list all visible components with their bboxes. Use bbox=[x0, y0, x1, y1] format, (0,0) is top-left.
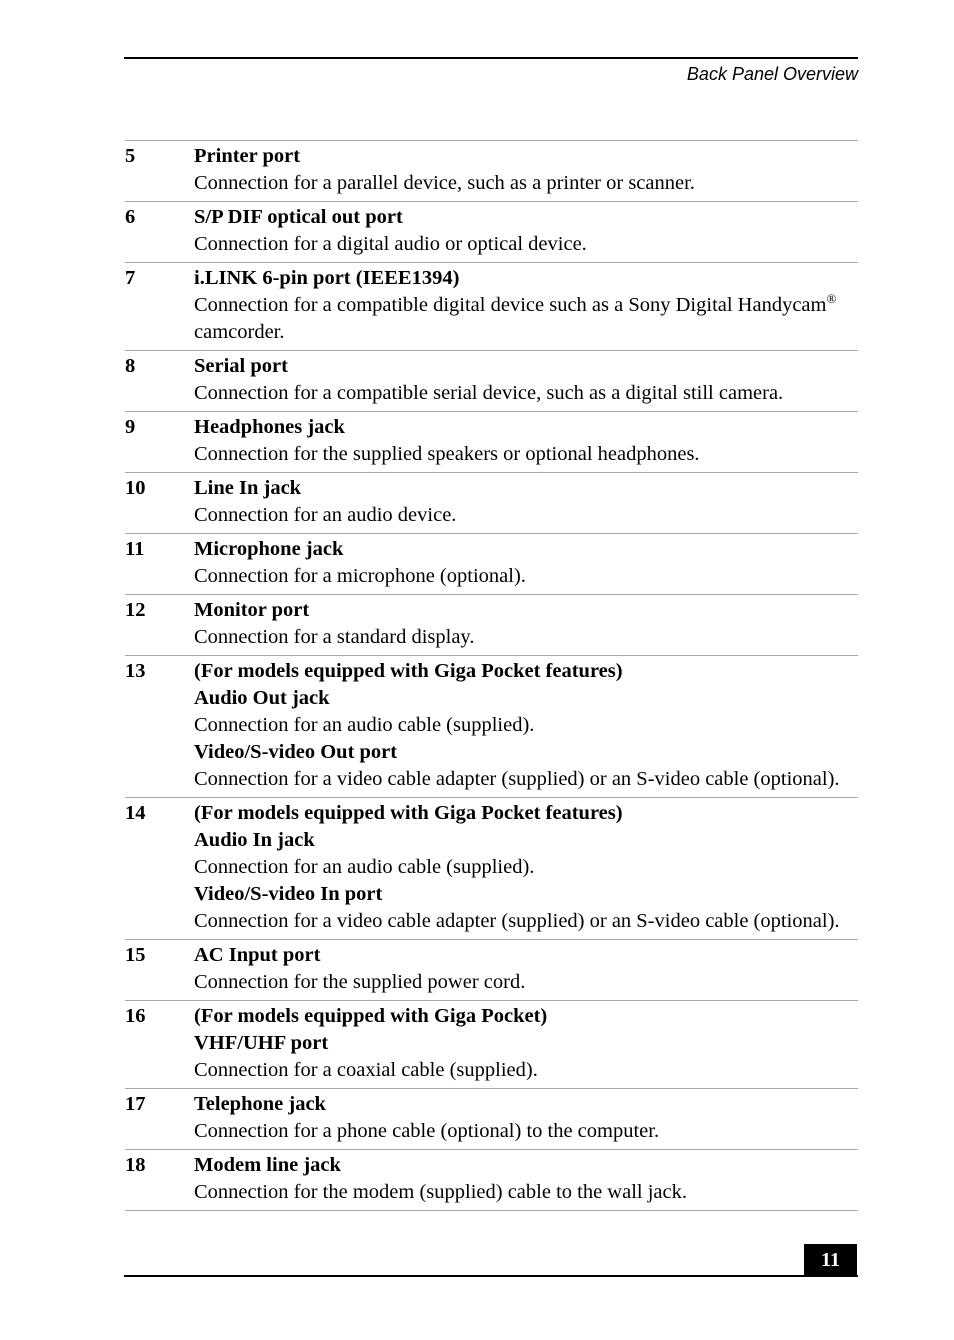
item-content: Monitor port Connection for a standard di… bbox=[194, 597, 858, 651]
item-number: 17 bbox=[125, 1093, 146, 1115]
item-content: (For models equipped with Giga Pocket fe… bbox=[194, 800, 858, 935]
item-content: Serial port Connection for a compatible s… bbox=[194, 353, 858, 407]
item-number: 8 bbox=[125, 355, 136, 377]
item-title: AC Input port bbox=[194, 944, 321, 966]
item-title: Audio In jack bbox=[194, 829, 315, 851]
table-row: 12 Monitor port Connection for a standard … bbox=[125, 595, 858, 656]
item-title: (For models equipped with Giga Pocket) bbox=[194, 1005, 548, 1027]
item-description: Connection for a standard display. bbox=[194, 626, 475, 648]
item-description: Connection for a digital audio or optica… bbox=[194, 233, 587, 255]
item-description: Connection for a video cable adapter (su… bbox=[194, 768, 840, 790]
item-number: 13 bbox=[125, 660, 146, 682]
item-description: Connection for a phone cable (optional) … bbox=[194, 1120, 660, 1142]
page-number: 11 bbox=[804, 1244, 857, 1277]
item-number: 18 bbox=[125, 1154, 146, 1176]
registered-trademark-symbol: ® bbox=[826, 291, 837, 307]
item-description: Connection for an audio cable (supplied)… bbox=[194, 856, 535, 878]
item-content: i.LINK 6-pin port (IEEE1394) Connection f… bbox=[194, 265, 858, 346]
item-number: 11 bbox=[125, 538, 145, 560]
table-row: 15 AC Input port Connection for the suppli… bbox=[125, 940, 858, 1001]
item-title: Video/S-video In port bbox=[194, 883, 383, 905]
item-number: 15 bbox=[125, 944, 146, 966]
item-content: Headphones jack Connection for the suppli… bbox=[194, 414, 858, 468]
item-title: Line In jack bbox=[194, 477, 302, 499]
item-title: Microphone jack bbox=[194, 538, 344, 560]
footer-rule bbox=[124, 1275, 858, 1277]
item-title: VHF/UHF port bbox=[194, 1032, 329, 1054]
item-description: Connection for a parallel device, such a… bbox=[194, 172, 695, 194]
item-title: Telephone jack bbox=[194, 1093, 326, 1115]
item-number: 9 bbox=[125, 416, 136, 438]
item-number: 6 bbox=[125, 206, 136, 228]
table-row: 9 Headphones jack Connection for the suppl… bbox=[125, 412, 858, 473]
item-description: Connection for a video cable adapter (su… bbox=[194, 910, 840, 932]
item-content: Line In jack Connection for an audio devi… bbox=[194, 475, 858, 529]
item-content: (For models equipped with Giga Pocket fe… bbox=[194, 658, 858, 793]
item-description: Connection for an audio cable (supplied)… bbox=[194, 714, 535, 736]
item-number: 7 bbox=[125, 267, 136, 289]
item-description: Connection for an audio device. bbox=[194, 504, 457, 526]
table-row: 18 Modem line jack Connection for the mode… bbox=[125, 1150, 858, 1211]
item-description: Connection for the supplied speakers or … bbox=[194, 443, 700, 465]
header-rule bbox=[124, 57, 858, 59]
item-number: 5 bbox=[125, 145, 136, 167]
item-title: Headphones jack bbox=[194, 416, 345, 438]
item-title: (For models equipped with Giga Pocket fe… bbox=[194, 802, 623, 824]
item-title: Audio Out jack bbox=[194, 687, 330, 709]
table-row: 10 Line In jack Connection for an audio de… bbox=[125, 473, 858, 534]
item-title: (For models equipped with Giga Pocket fe… bbox=[194, 660, 623, 682]
item-number: 12 bbox=[125, 599, 146, 621]
item-description: Connection for the supplied power cord. bbox=[194, 971, 526, 993]
item-title: Monitor port bbox=[194, 599, 310, 621]
item-number: 10 bbox=[125, 477, 146, 499]
table-row: 16 (For models equipped with Giga Pocket)… bbox=[125, 1001, 858, 1089]
item-description: Connection for a compatible digital devi… bbox=[194, 292, 858, 346]
item-number: 16 bbox=[125, 1005, 146, 1027]
item-description: Connection for the modem (supplied) cabl… bbox=[194, 1181, 687, 1203]
table-row: 11 Microphone jack Connection for a microp… bbox=[125, 534, 858, 595]
item-content: Microphone jack Connection for a micropho… bbox=[194, 536, 858, 590]
item-content: Printer port Connection for a parallel de… bbox=[194, 143, 858, 197]
port-description-table: 5 Printer port Connection for a parallel d… bbox=[125, 140, 858, 1211]
item-description: Connection for a microphone (optional). bbox=[194, 565, 526, 587]
table-row: 14 (For models equipped with Giga Pocket … bbox=[125, 798, 858, 940]
table-row: 13 (For models equipped with Giga Pocket … bbox=[125, 656, 858, 798]
item-number: 14 bbox=[125, 802, 146, 824]
item-content: AC Input port Connection for the supplied… bbox=[194, 942, 858, 996]
description-text-continued: camcorder. bbox=[194, 321, 285, 343]
item-title: i.LINK 6-pin port (IEEE1394) bbox=[194, 267, 460, 289]
item-description: Connection for a compatible serial devic… bbox=[194, 382, 784, 404]
table-row: 6 S/P DIF optical out port Connection for … bbox=[125, 202, 858, 263]
description-text: Connection for a compatible digital devi… bbox=[194, 294, 827, 316]
item-title: Modem line jack bbox=[194, 1154, 341, 1176]
item-title: Video/S-video Out port bbox=[194, 741, 398, 763]
item-title: Serial port bbox=[194, 355, 288, 377]
item-content: Modem line jack Connection for the modem … bbox=[194, 1152, 858, 1206]
item-content: (For models equipped with Giga Pocket) VH… bbox=[194, 1003, 858, 1084]
item-title: S/P DIF optical out port bbox=[194, 206, 403, 228]
item-description: Connection for a coaxial cable (supplied… bbox=[194, 1059, 538, 1081]
running-header: Back Panel Overview bbox=[686, 64, 858, 84]
item-content: Telephone jack Connection for a phone cab… bbox=[194, 1091, 858, 1145]
table-row: 5 Printer port Connection for a parallel d… bbox=[125, 141, 858, 202]
table-row: 8 Serial port Connection for a compatible … bbox=[125, 351, 858, 412]
item-title: Printer port bbox=[194, 145, 301, 167]
table-row: 7 i.LINK 6-pin port (IEEE1394) Connection … bbox=[125, 263, 858, 351]
table-row: 17 Telephone jack Connection for a phone c… bbox=[125, 1089, 858, 1150]
item-content: S/P DIF optical out port Connection for a… bbox=[194, 204, 858, 258]
